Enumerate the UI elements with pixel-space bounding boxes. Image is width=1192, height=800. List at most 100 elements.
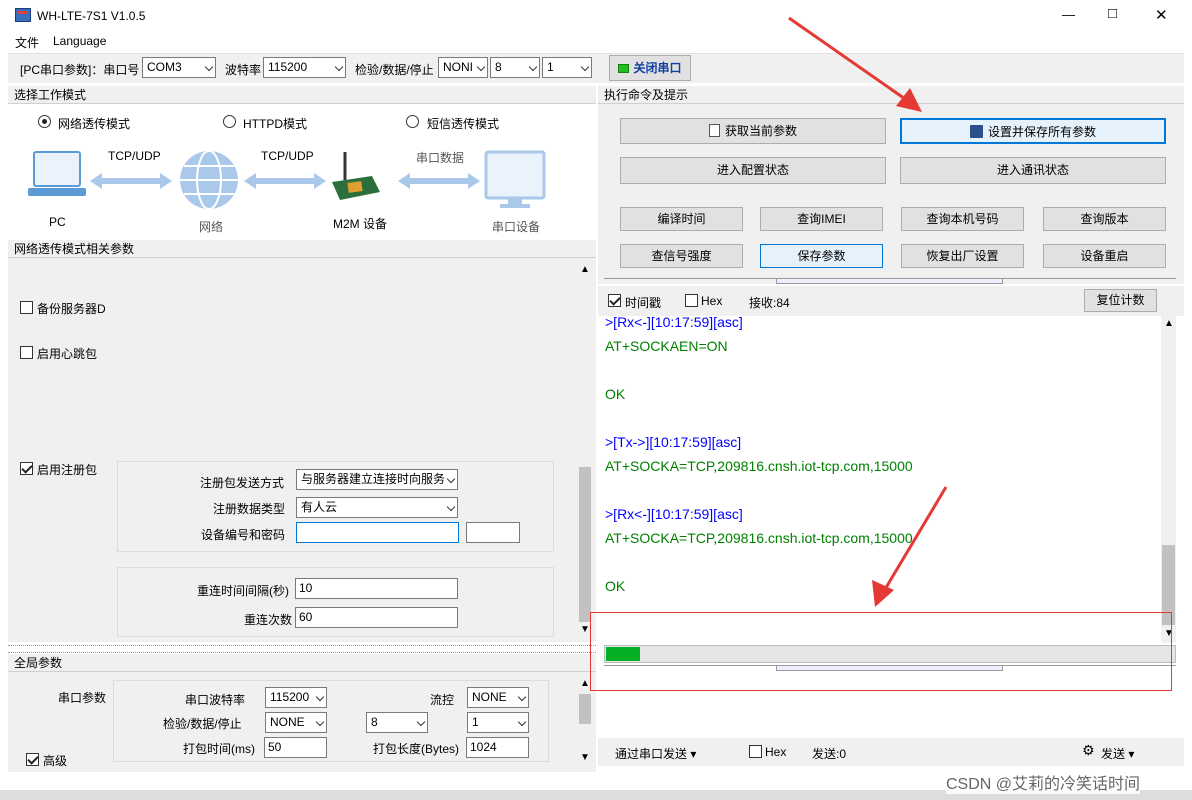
- menu-file[interactable]: 文件: [15, 34, 39, 51]
- send-gear-icon: ⚙: [1082, 742, 1095, 758]
- send-hex-label: Hex: [765, 745, 787, 759]
- menu-bar: 文件 Language: [0, 32, 1192, 52]
- baud-select[interactable]: 115200: [263, 57, 346, 78]
- cmd-header: 执行命令及提示: [598, 86, 1184, 104]
- arrow-left-right-icon: [90, 173, 172, 189]
- factory-reset-button[interactable]: 恢复出厂设置: [901, 244, 1024, 268]
- laptop-icon: [28, 151, 86, 196]
- timestamp-checkbox[interactable]: [608, 294, 621, 307]
- log-line: >[Rx<-][10:17:59][asc]: [605, 316, 743, 330]
- diagram-label-tcp2: TCP/UDP: [261, 149, 314, 163]
- close-port-button[interactable]: 关闭串口: [609, 55, 691, 81]
- g-pack-time-input[interactable]: 50: [264, 737, 327, 758]
- reg-type-select[interactable]: 有人云: [296, 497, 458, 518]
- log-scrollbar[interactable]: ▲ ▼: [1161, 316, 1176, 643]
- globe-icon: [180, 150, 238, 210]
- advanced-checkbox[interactable]: [26, 753, 39, 766]
- maximize-icon[interactable]: □: [1108, 5, 1117, 22]
- global-params-header: 全局参数: [8, 654, 596, 672]
- dev-pw-input[interactable]: [466, 522, 520, 543]
- query-number-button[interactable]: 查询本机号码: [901, 207, 1024, 231]
- enter-config-button[interactable]: 进入配置状态: [620, 157, 886, 184]
- g-baud-label: 串口波特率: [185, 693, 246, 707]
- magnifier-doc-icon: [708, 124, 720, 137]
- reg-method-select[interactable]: 与服务器建立连接时向服务: [296, 469, 458, 490]
- log-line: AT+SOCKA=TCP,209816.cnsh.iot-tcp.com,150…: [605, 530, 913, 546]
- log-hex-label: Hex: [701, 294, 723, 308]
- heartbeat-label: 启用心跳包: [37, 347, 98, 361]
- timestamp-label: 时间戳: [625, 296, 662, 310]
- heartbeat-checkbox[interactable]: [20, 346, 33, 359]
- query-version-button[interactable]: 查询版本: [1043, 207, 1166, 231]
- get-params-button[interactable]: 获取当前参数: [620, 118, 886, 144]
- signal-button[interactable]: 查信号强度: [620, 244, 743, 268]
- diagram-label-pc: PC: [49, 215, 66, 229]
- log-scroll-up-icon: ▲: [1164, 318, 1174, 329]
- g-baud-select[interactable]: 115200: [265, 687, 327, 708]
- sent-count: 发送:0: [812, 747, 847, 761]
- serial-params-label: 串口参数: [58, 691, 107, 705]
- compile-time-button[interactable]: 编译时间: [620, 207, 743, 231]
- send-via-dropdown[interactable]: 通过串口发送 ▾: [615, 745, 696, 762]
- minimize-icon[interactable]: —: [1062, 7, 1075, 22]
- g-parity-select[interactable]: NONE: [265, 712, 327, 733]
- send-hex-checkbox[interactable]: [749, 745, 762, 758]
- query-imei-button[interactable]: 查询IMEI: [760, 207, 883, 231]
- stopbits-select[interactable]: 1: [542, 57, 592, 78]
- save-params-button[interactable]: 保存参数: [760, 244, 883, 268]
- g-stopbits-select[interactable]: 1: [467, 712, 529, 733]
- reconnect-count-label: 重连次数: [244, 613, 293, 627]
- window-title: WH-LTE-7S1 V1.0.5: [37, 9, 146, 23]
- close-icon[interactable]: ✕: [1155, 6, 1168, 24]
- dev-id-input[interactable]: [296, 522, 459, 543]
- reset-count-button[interactable]: 复位计数: [1084, 289, 1157, 312]
- diagram-label-net: 网络: [199, 220, 224, 234]
- send-button[interactable]: 发送 ▾: [1101, 745, 1134, 762]
- g-pack-len-input[interactable]: 1024: [466, 737, 529, 758]
- left-splitter[interactable]: [8, 645, 596, 653]
- reboot-button[interactable]: 设备重启: [1043, 244, 1166, 268]
- g-databits-select[interactable]: 8: [366, 712, 428, 733]
- parity-label: 检验/数据/停止: [355, 63, 434, 77]
- save-all-button[interactable]: 设置并保存所有参数: [900, 118, 1166, 144]
- log-line: >[Rx<-][10:17:59][asc]: [605, 506, 743, 522]
- enter-comm-button[interactable]: 进入通讯状态: [900, 157, 1166, 184]
- log-line: AT+SOCKA=TCP,209816.cnsh.iot-tcp.com,150…: [605, 458, 913, 474]
- baud-label: 波特率: [225, 63, 262, 77]
- port-select[interactable]: COM3: [142, 57, 216, 78]
- backup-server-checkbox[interactable]: [20, 301, 33, 314]
- mode-label-sms: 短信透传模式: [427, 117, 500, 131]
- g-pack-len-label: 打包长度(Bytes): [373, 742, 460, 756]
- reg-method-label: 注册包发送方式: [200, 476, 285, 490]
- reconnect-count-input[interactable]: 60: [295, 607, 458, 628]
- m2m-device-icon: [332, 152, 380, 200]
- log-area[interactable]: >[Rx<-][10:17:59][asc] AT+SOCKAEN=ON OK >…: [604, 316, 1176, 643]
- reconnect-interval-input[interactable]: 10: [295, 578, 458, 599]
- scroll-up-icon: ▲: [580, 264, 590, 275]
- mode-radio-httpd[interactable]: [223, 115, 236, 128]
- backup-server-label: 备份服务器D: [37, 302, 106, 316]
- menu-language[interactable]: Language: [53, 34, 106, 48]
- log-hex-checkbox[interactable]: [685, 294, 698, 307]
- parity-select[interactable]: NONI: [438, 57, 488, 78]
- databits-select[interactable]: 8: [490, 57, 540, 78]
- advanced-label: 高级: [43, 754, 68, 768]
- annotation-rectangle: [590, 612, 1172, 691]
- net-params-scrollbar[interactable]: ▲ ▼: [578, 262, 592, 638]
- g-flow-label: 流控: [430, 693, 455, 707]
- log-line: >[Tx->][10:17:59][asc]: [605, 434, 742, 450]
- mode-radio-net[interactable]: [38, 115, 51, 128]
- scroll-down-icon: ▼: [580, 624, 590, 635]
- watermark: CSDN @艾莉的冷笑话时间: [946, 770, 1141, 794]
- reconnect-interval-label: 重连时间间隔(秒): [197, 584, 289, 598]
- scroll-down-icon-2: ▼: [580, 752, 590, 763]
- register-checkbox[interactable]: [20, 462, 33, 475]
- right-splitter-top[interactable]: [604, 278, 1176, 284]
- g-flow-select[interactable]: NONE: [467, 687, 529, 708]
- save-disk-icon: [969, 125, 983, 138]
- mode-radio-sms[interactable]: [406, 115, 419, 128]
- log-line: OK: [605, 386, 626, 402]
- diagram-label-m2m: M2M 设备: [333, 217, 388, 231]
